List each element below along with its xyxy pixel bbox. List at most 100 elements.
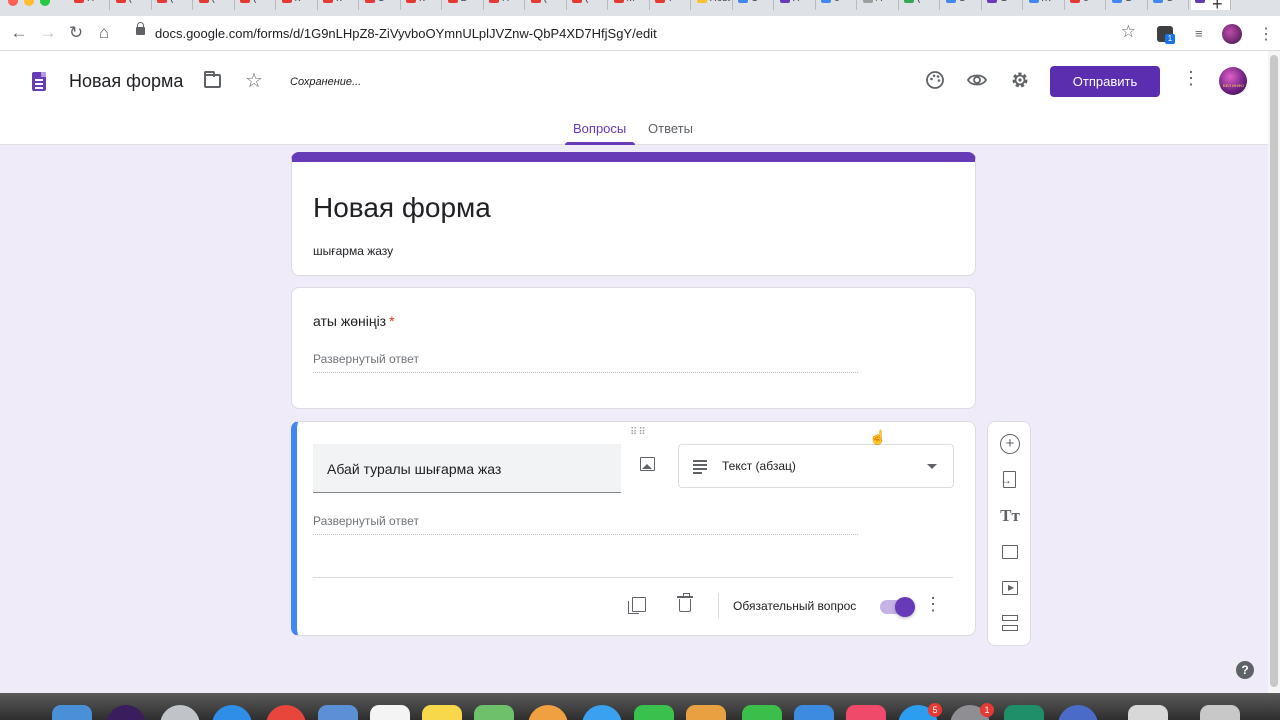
dock-finder-icon[interactable] xyxy=(52,705,92,720)
settings-gear-icon[interactable] xyxy=(1009,69,1031,91)
forward-button[interactable]: → xyxy=(37,22,59,44)
browser-tab[interactable]: Ж xyxy=(1025,0,1065,10)
media-control-icon[interactable]: ≡ xyxy=(1195,26,1211,42)
window-close-button[interactable] xyxy=(8,0,18,6)
browser-tab[interactable]: ( xyxy=(527,0,567,10)
folder-icon[interactable] xyxy=(204,71,221,88)
dock-photos-icon[interactable] xyxy=(528,705,568,720)
browser-tab[interactable]: М xyxy=(610,0,650,10)
tab-label: П xyxy=(87,0,107,4)
browser-tab[interactable]: В xyxy=(444,0,484,10)
back-button[interactable]: ← xyxy=(8,22,30,44)
dock-safari-icon[interactable] xyxy=(212,705,252,720)
browser-tab[interactable]: ✕ xyxy=(1190,0,1231,10)
document-title[interactable]: Новая форма xyxy=(69,71,183,92)
dock-downloads-icon[interactable] xyxy=(1128,705,1168,720)
dock-calendar-icon[interactable] xyxy=(370,705,410,720)
dock-music-icon[interactable] xyxy=(846,705,886,720)
active-question-card[interactable]: ⠿⠿ Абай туралы шығарма жаз Текст (абзац)… xyxy=(291,421,976,636)
dock-notes-icon[interactable] xyxy=(422,705,462,720)
browser-tab[interactable]: ( xyxy=(153,0,193,10)
dock-zoom-icon[interactable] xyxy=(1058,705,1098,720)
reload-button[interactable]: ↻ xyxy=(65,22,87,44)
scrollbar-thumb[interactable] xyxy=(1270,55,1278,687)
dock-siri-icon[interactable] xyxy=(106,705,146,720)
tab-questions[interactable]: Вопросы xyxy=(573,121,626,136)
browser-tab[interactable]: П xyxy=(70,0,110,10)
tab-label: ( xyxy=(585,0,605,4)
preview-eye-icon[interactable] xyxy=(966,69,988,91)
macos-dock xyxy=(0,693,1280,720)
help-icon[interactable]: ? xyxy=(1236,661,1254,679)
question-title-input[interactable]: Абай туралы шығарма жаз xyxy=(313,444,621,493)
forms-logo-icon[interactable] xyxy=(32,72,46,91)
delete-icon[interactable] xyxy=(677,593,693,612)
bookmark-star-icon[interactable]: ☆ xyxy=(1121,22,1136,42)
browser-profile-avatar[interactable] xyxy=(1222,24,1242,44)
dock-chrome-icon[interactable] xyxy=(266,705,306,720)
window-minimize-button[interactable] xyxy=(24,0,34,6)
required-toggle[interactable] xyxy=(880,597,915,617)
dock-trash-icon[interactable] xyxy=(1200,705,1240,720)
browser-tab[interactable]: б xyxy=(1066,0,1106,10)
page-scrollbar[interactable] xyxy=(1268,51,1280,693)
browser-tab[interactable]: ( xyxy=(195,0,235,10)
add-image-icon[interactable] xyxy=(640,457,655,471)
browser-tab[interactable]: С xyxy=(942,0,982,10)
add-section-icon[interactable] xyxy=(1000,614,1020,634)
address-bar[interactable]: docs.google.com/forms/d/1G9nLHpZ8-ZiVyvb… xyxy=(122,20,1146,47)
palette-icon[interactable] xyxy=(924,69,946,91)
browser-tab[interactable]: К xyxy=(278,0,318,10)
browser-tab[interactable]: ( xyxy=(900,0,940,10)
browser-tab[interactable]: G xyxy=(1108,0,1148,10)
browser-tab[interactable]: С xyxy=(361,0,401,10)
user-avatar[interactable]: БЕЛ ИНФО xyxy=(1219,67,1247,95)
duplicate-icon[interactable] xyxy=(628,597,646,614)
form-title[interactable]: Новая форма xyxy=(313,192,491,224)
browser-tab[interactable]: С xyxy=(1149,0,1189,10)
drag-handle-icon[interactable]: ⠿⠿ xyxy=(630,427,647,438)
question-more-icon[interactable]: ⋮ xyxy=(924,594,942,615)
tab-label: ( xyxy=(129,0,149,4)
browser-tab[interactable]: С xyxy=(734,0,774,10)
send-button[interactable]: Отправить xyxy=(1050,66,1160,97)
add-image-tool-icon[interactable] xyxy=(1000,542,1020,562)
browser-tab[interactable]: К xyxy=(319,0,359,10)
home-button[interactable]: ⌂ xyxy=(93,22,115,44)
window-zoom-button[interactable] xyxy=(40,0,50,6)
dock-maps-icon[interactable] xyxy=(474,705,514,720)
dock-numbers-icon[interactable] xyxy=(742,705,782,720)
dock-messages-icon[interactable] xyxy=(582,705,622,720)
question-card[interactable]: аты жөніңіз * Развернутый ответ xyxy=(291,287,976,409)
dock-facetime-icon[interactable] xyxy=(634,705,674,720)
star-icon[interactable]: ☆ xyxy=(245,68,263,93)
dock-pages-icon[interactable] xyxy=(686,705,726,720)
browser-tab[interactable]: ( xyxy=(112,0,152,10)
new-tab-button[interactable]: + xyxy=(1212,0,1223,15)
dock-keynote-icon[interactable] xyxy=(794,705,834,720)
browser-tab[interactable]: ( xyxy=(568,0,608,10)
form-title-card[interactable]: Новая форма шығарма жазу xyxy=(291,152,976,276)
dock-launchpad-icon[interactable] xyxy=(160,705,200,720)
browser-tab[interactable]: 7 xyxy=(651,0,691,10)
browser-tab[interactable]: А xyxy=(859,0,899,10)
browser-tab[interactable]: G xyxy=(983,0,1023,10)
browser-tab[interactable]: К xyxy=(402,0,442,10)
browser-tab[interactable]: Н xyxy=(776,0,816,10)
import-questions-icon[interactable]: → xyxy=(1000,470,1020,490)
browser-tab[interactable]: П xyxy=(485,0,525,10)
add-video-icon[interactable]: ▶ xyxy=(1000,578,1020,598)
dock-whatsapp-icon[interactable] xyxy=(1004,705,1044,720)
add-title-icon[interactable]: Tт xyxy=(1000,506,1020,526)
dock-mail-icon[interactable] xyxy=(318,705,358,720)
browser-tab[interactable]: Нова xyxy=(693,0,733,10)
browser-tab[interactable]: б xyxy=(817,0,857,10)
browser-menu-icon[interactable]: ⋮ xyxy=(1258,24,1274,44)
add-question-icon[interactable]: + xyxy=(1000,434,1020,454)
tab-favicon-icon xyxy=(1070,0,1080,3)
more-options-icon[interactable]: ⋮ xyxy=(1182,68,1200,89)
browser-tab[interactable]: ( xyxy=(236,0,276,10)
tab-responses[interactable]: Ответы xyxy=(648,121,693,136)
form-description[interactable]: шығарма жазу xyxy=(313,244,393,258)
question-type-select[interactable]: Текст (абзац) xyxy=(678,444,954,488)
